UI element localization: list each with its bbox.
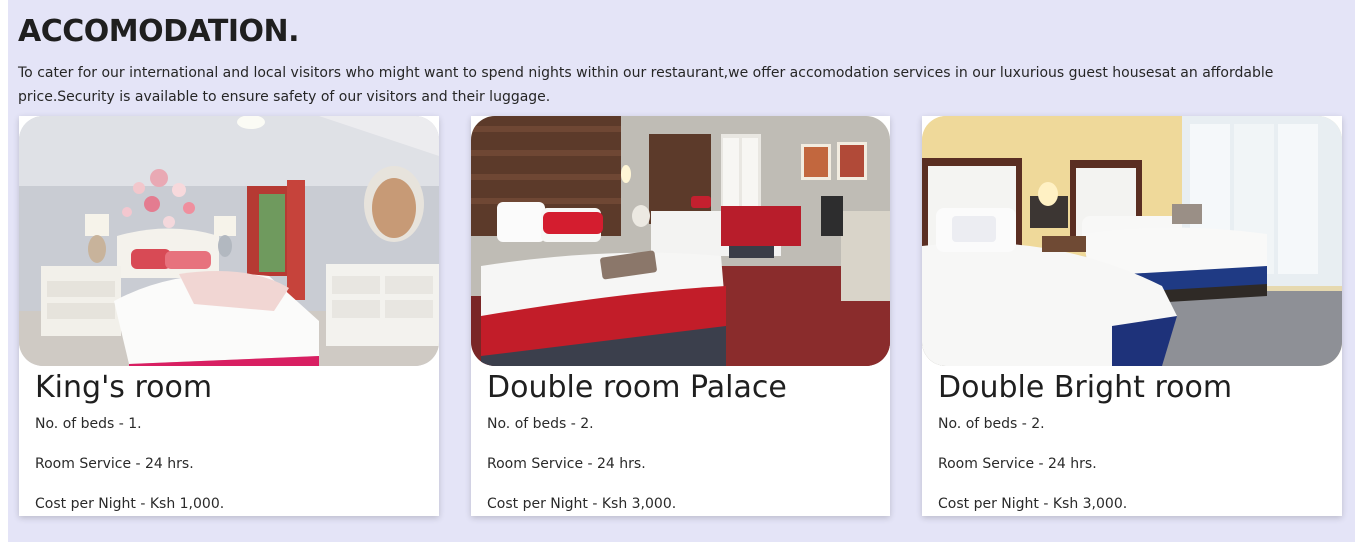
room-card-kings-room: King's room No. of beds - 1. Room Servic… [19, 116, 439, 516]
room-beds: No. of beds - 2. [487, 416, 594, 432]
room-beds: No. of beds - 2. [938, 416, 1045, 432]
room-beds: No. of beds - 1. [35, 416, 142, 432]
room-card-double-bright-room: Double Bright room No. of beds - 2. Room… [922, 116, 1342, 516]
room-service: Room Service - 24 hrs. [487, 456, 646, 472]
section-intro: To cater for our international and local… [18, 65, 1274, 105]
room-name: King's room [35, 370, 213, 405]
room-card-double-room-palace: Double room Palace No. of beds - 2. Room… [471, 116, 890, 516]
double-room-palace-photo [471, 116, 890, 366]
section-title: ACCOMODATION. [18, 14, 300, 49]
room-name: Double Bright room [938, 370, 1233, 405]
room-cost: Cost per Night - Ksh 1,000. [35, 496, 225, 512]
room-cost: Cost per Night - Ksh 3,000. [938, 496, 1128, 512]
room-cost: Cost per Night - Ksh 3,000. [487, 496, 677, 512]
room-service: Room Service - 24 hrs. [938, 456, 1097, 472]
accommodation-section: ACCOMODATION. To cater for our internati… [8, 0, 1355, 542]
room-name: Double room Palace [487, 370, 787, 405]
room-service: Room Service - 24 hrs. [35, 456, 194, 472]
kings-room-photo [19, 116, 439, 366]
double-bright-room-photo [922, 116, 1342, 366]
